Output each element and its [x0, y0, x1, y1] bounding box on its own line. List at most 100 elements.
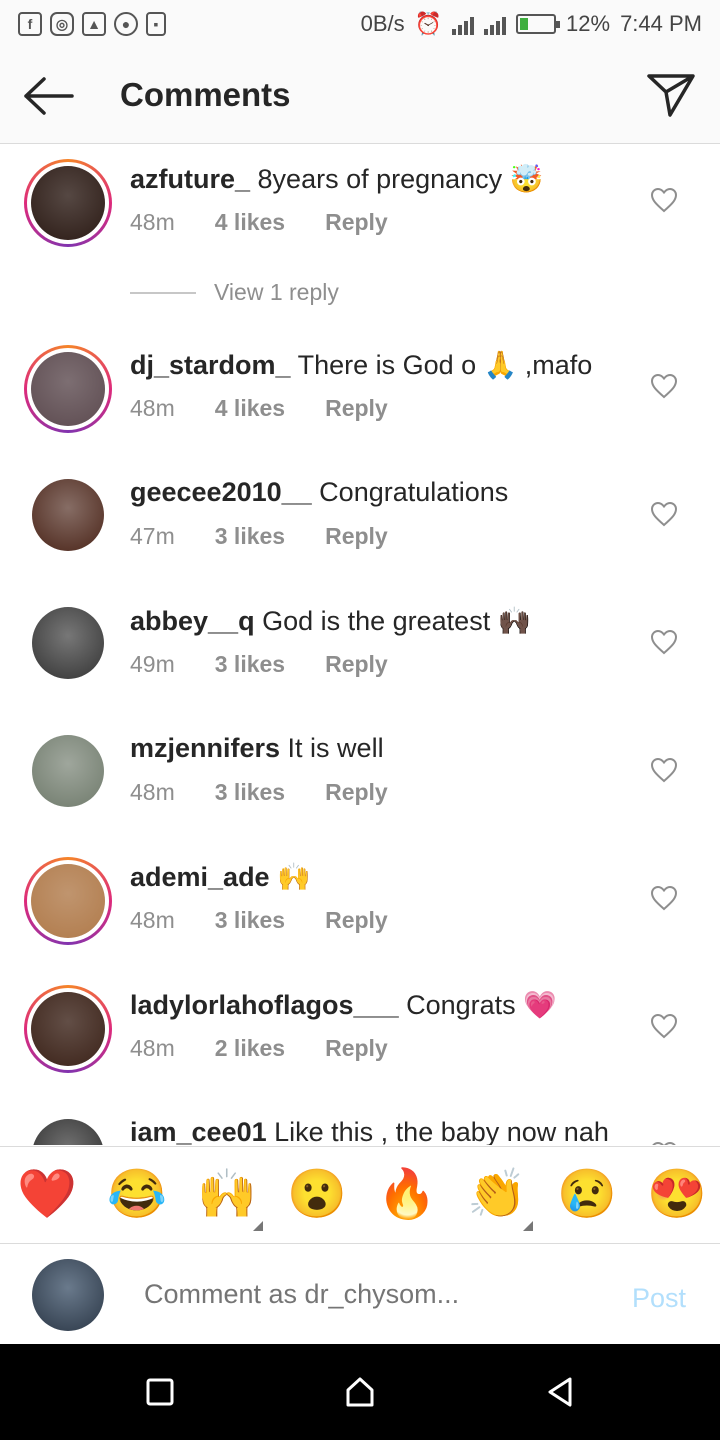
comment-time: 48m: [130, 779, 175, 805]
comment-composer: Post: [0, 1245, 720, 1343]
emoji-glyph: 😂: [107, 1168, 167, 1221]
my-avatar: [32, 1259, 104, 1331]
comment-username[interactable]: dj_stardom_: [130, 350, 291, 380]
comments-list[interactable]: azfuture_ 8years of pregnancy 🤯 48m 4 like…: [0, 145, 720, 1145]
page-title: Comments: [120, 76, 291, 113]
comment-likes[interactable]: 2 likes: [215, 1035, 285, 1062]
comment-username[interactable]: mzjennifers: [130, 733, 280, 763]
soccer-icon: ●: [114, 12, 138, 36]
comment-time: 48m: [130, 1035, 175, 1061]
comment-username[interactable]: abbey__q: [130, 606, 255, 636]
comment-username[interactable]: azfuture_: [130, 164, 250, 194]
reply-button[interactable]: Reply: [325, 209, 388, 236]
comment-username[interactable]: iam_cee01: [130, 1117, 267, 1145]
view-replies-button[interactable]: View 1 reply: [130, 279, 339, 306]
commenter-avatar[interactable]: [24, 985, 112, 1073]
comment-time: 48m: [130, 907, 175, 933]
comment-body: God is the greatest 🙌🏿: [254, 606, 532, 636]
commenter-avatar[interactable]: [32, 1119, 104, 1145]
system-nav-bar: [0, 1344, 720, 1440]
laughing-emoji[interactable]: 😂: [107, 1167, 167, 1223]
like-heart-icon[interactable]: [650, 187, 678, 213]
heart-eyes-emoji[interactable]: 😍: [647, 1167, 707, 1223]
comment-item: abbey__q God is the greatest 🙌🏿 49m 3 like…: [0, 587, 720, 697]
commenter-avatar[interactable]: [32, 479, 104, 551]
comment-body: It is well: [280, 733, 384, 763]
comment-likes[interactable]: 3 likes: [215, 779, 285, 806]
commenter-avatar[interactable]: [24, 857, 112, 945]
comment-meta: 48m 3 likes Reply: [130, 779, 388, 806]
like-heart-icon[interactable]: [650, 885, 678, 911]
sad-emoji[interactable]: 😢: [557, 1167, 617, 1223]
commenter-avatar[interactable]: [32, 607, 104, 679]
emoji-glyph: 👏: [467, 1168, 527, 1221]
comment-text: dj_stardom_ There is God o 🙏 ,mafo: [130, 349, 592, 381]
clap-emoji[interactable]: 👏: [467, 1167, 533, 1231]
comment-likes[interactable]: 3 likes: [215, 651, 285, 678]
home-icon[interactable]: [344, 1376, 376, 1408]
post-button[interactable]: Post: [632, 1283, 686, 1314]
comment-likes[interactable]: 4 likes: [215, 395, 285, 422]
comment-text: iam_cee01 Like this , the baby now nah: [130, 1117, 609, 1145]
comment-input[interactable]: [144, 1279, 604, 1310]
comment-meta: 47m 3 likes Reply: [130, 523, 388, 550]
reply-button[interactable]: Reply: [325, 523, 388, 550]
back-arrow-icon[interactable]: [22, 76, 74, 116]
comment-item: azfuture_ 8years of pregnancy 🤯 48m 4 like…: [0, 145, 720, 255]
reply-button[interactable]: Reply: [325, 907, 388, 934]
comment-body: 🙌: [269, 862, 311, 892]
emoji-glyph: 😍: [647, 1168, 707, 1221]
comment-likes[interactable]: 3 likes: [215, 523, 285, 550]
signal-2-icon: [484, 13, 507, 35]
emoji-glyph: 😢: [557, 1168, 617, 1221]
comment-text: mzjennifers It is well: [130, 733, 384, 764]
comment-time: 47m: [130, 523, 175, 549]
alarm-icon: ⏰: [414, 11, 443, 36]
facebook-icon: f: [18, 12, 42, 36]
instagram-icon: ◎: [50, 12, 74, 36]
network-speed: 0B/s: [360, 11, 405, 36]
reply-thread-line: [130, 291, 196, 294]
emoji-glyph: 😮: [287, 1168, 347, 1221]
signal-icon: [452, 13, 475, 35]
comment-time: 49m: [130, 651, 175, 677]
like-heart-icon[interactable]: [650, 757, 678, 783]
commenter-avatar[interactable]: [32, 735, 104, 807]
like-heart-icon[interactable]: [650, 1013, 678, 1039]
comment-likes[interactable]: 3 likes: [215, 907, 285, 934]
commenter-avatar[interactable]: [24, 345, 112, 433]
like-heart-icon[interactable]: [650, 629, 678, 655]
back-nav-icon[interactable]: [544, 1376, 576, 1408]
comment-username[interactable]: ladylorlahoflagos___: [130, 990, 399, 1020]
fire-emoji[interactable]: 🔥: [377, 1167, 437, 1223]
comment-likes[interactable]: 4 likes: [215, 209, 285, 236]
direct-message-icon[interactable]: [646, 72, 696, 118]
reply-button[interactable]: Reply: [325, 1035, 388, 1062]
skin-tone-indicator-icon: [253, 1221, 263, 1231]
comment-body: There is God o 🙏 ,mafo: [290, 350, 593, 380]
recents-icon[interactable]: [144, 1376, 176, 1408]
comment-text: azfuture_ 8years of pregnancy 🤯: [130, 163, 543, 195]
like-heart-icon[interactable]: [650, 373, 678, 399]
comment-username[interactable]: geecee2010__: [130, 477, 312, 507]
comment-text: abbey__q God is the greatest 🙌🏿: [130, 605, 531, 637]
like-heart-icon[interactable]: [650, 1141, 678, 1145]
surprised-emoji[interactable]: 😮: [287, 1167, 347, 1223]
skin-tone-indicator-icon: [523, 1221, 533, 1231]
emoji-glyph: ❤️: [17, 1168, 77, 1221]
gallery-icon: ▲: [82, 12, 106, 36]
reply-button[interactable]: Reply: [325, 651, 388, 678]
clock: 7:44 PM: [620, 11, 702, 36]
heart-emoji[interactable]: ❤️: [17, 1167, 77, 1223]
like-heart-icon[interactable]: [650, 501, 678, 527]
raised-hands-emoji[interactable]: 🙌: [197, 1167, 263, 1231]
reply-button[interactable]: Reply: [325, 779, 388, 806]
reply-button[interactable]: Reply: [325, 395, 388, 422]
comment-item: geecee2010__ Congratulations 47m 3 likes Re…: [0, 459, 720, 569]
comment-username[interactable]: ademi_ade: [130, 862, 270, 892]
commenter-avatar[interactable]: [24, 159, 112, 247]
comment-item: dj_stardom_ There is God o 🙏 ,mafo 48m 4 l…: [0, 331, 720, 441]
lock-icon: ▪: [146, 12, 166, 36]
view-replies-label: View 1 reply: [214, 279, 339, 305]
comment-text: ademi_ade 🙌: [130, 861, 311, 893]
